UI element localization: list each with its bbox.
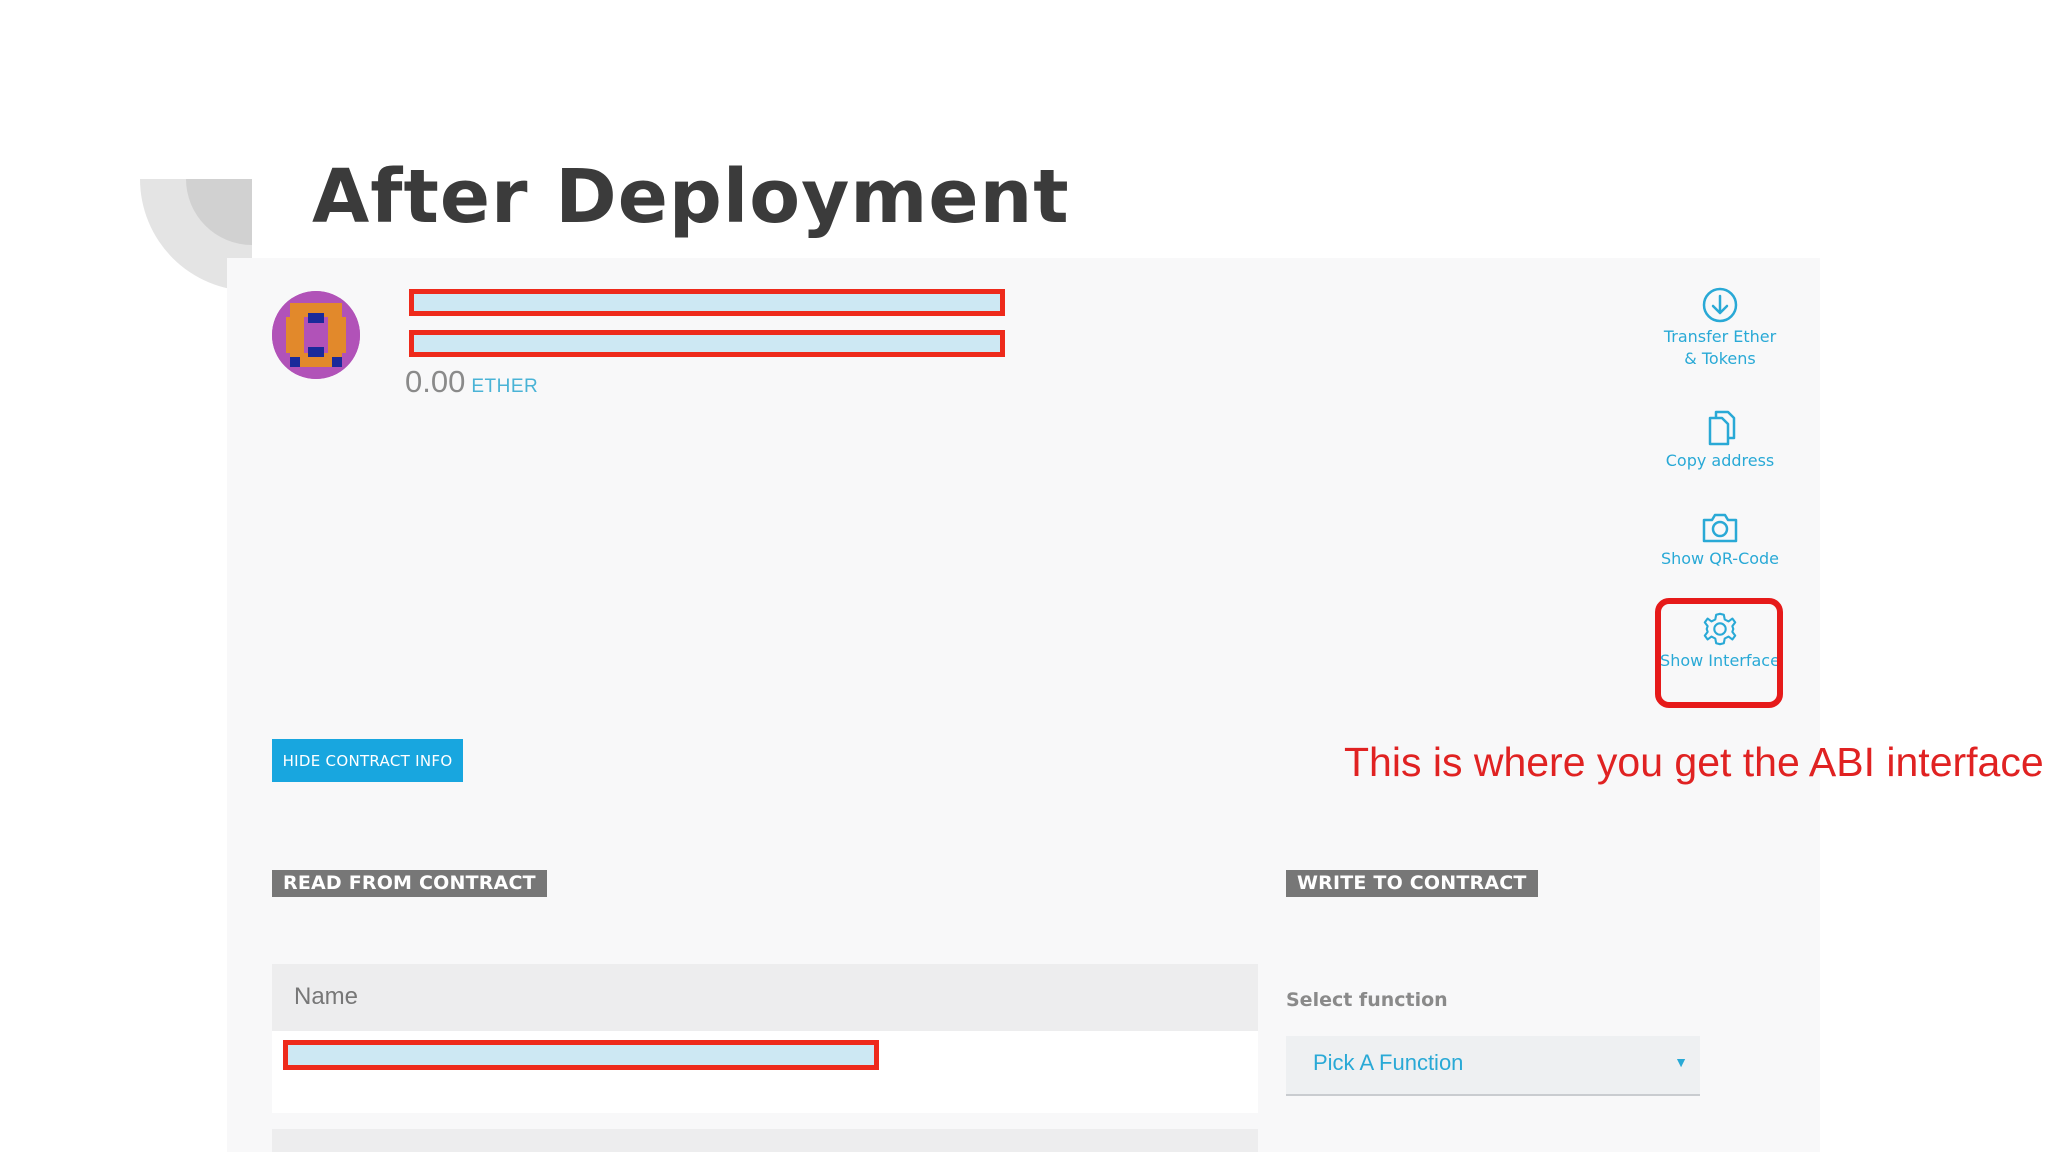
read-field-header: Name [272, 964, 1258, 1031]
arrow-down-circle-icon [1702, 287, 1738, 323]
show-interface-highlight [1655, 598, 1783, 708]
write-to-contract-heading: WRITE TO CONTRACT [1286, 870, 1538, 897]
read-field-value [272, 1031, 1258, 1113]
function-select[interactable]: Pick A Function ▼ [1286, 1036, 1700, 1096]
wallet-screenshot: 0.00 ETHER Transfer Ether & Tokens Copy a… [227, 258, 1820, 1152]
camera-icon [1702, 513, 1738, 543]
function-select-value: Pick A Function [1313, 1050, 1464, 1075]
balance-value: 0.00 [405, 364, 466, 399]
copy-address-button[interactable]: Copy address [1660, 408, 1780, 472]
next-read-field [272, 1129, 1258, 1152]
hide-contract-info-button[interactable]: HIDE CONTRACT INFO [272, 739, 463, 782]
copy-address-label: Copy address [1665, 451, 1775, 470]
redacted-contract-address [409, 330, 1005, 357]
select-function-label: Select function [1286, 989, 1448, 1011]
contract-balance: 0.00 ETHER [405, 364, 538, 400]
transfer-ether-tokens-button[interactable]: Transfer Ether & Tokens [1660, 286, 1780, 370]
read-from-contract-heading: READ FROM CONTRACT [272, 870, 547, 897]
chevron-down-icon: ▼ [1674, 1054, 1688, 1070]
redacted-field-value [283, 1040, 879, 1070]
balance-unit: ETHER [471, 376, 539, 397]
show-qr-code-button[interactable]: Show QR-Code [1660, 510, 1780, 570]
abi-annotation: This is where you get the ABI interface [1344, 739, 2044, 785]
copy-icon [1708, 410, 1736, 446]
transfer-label: Transfer Ether & Tokens [1663, 327, 1777, 368]
show-qr-code-label: Show QR-Code [1660, 549, 1780, 568]
read-field-label: Name [294, 983, 359, 1010]
contract-identicon-avatar [272, 291, 360, 379]
redacted-contract-name [409, 289, 1005, 316]
slide-title: After Deployment [312, 154, 1070, 240]
